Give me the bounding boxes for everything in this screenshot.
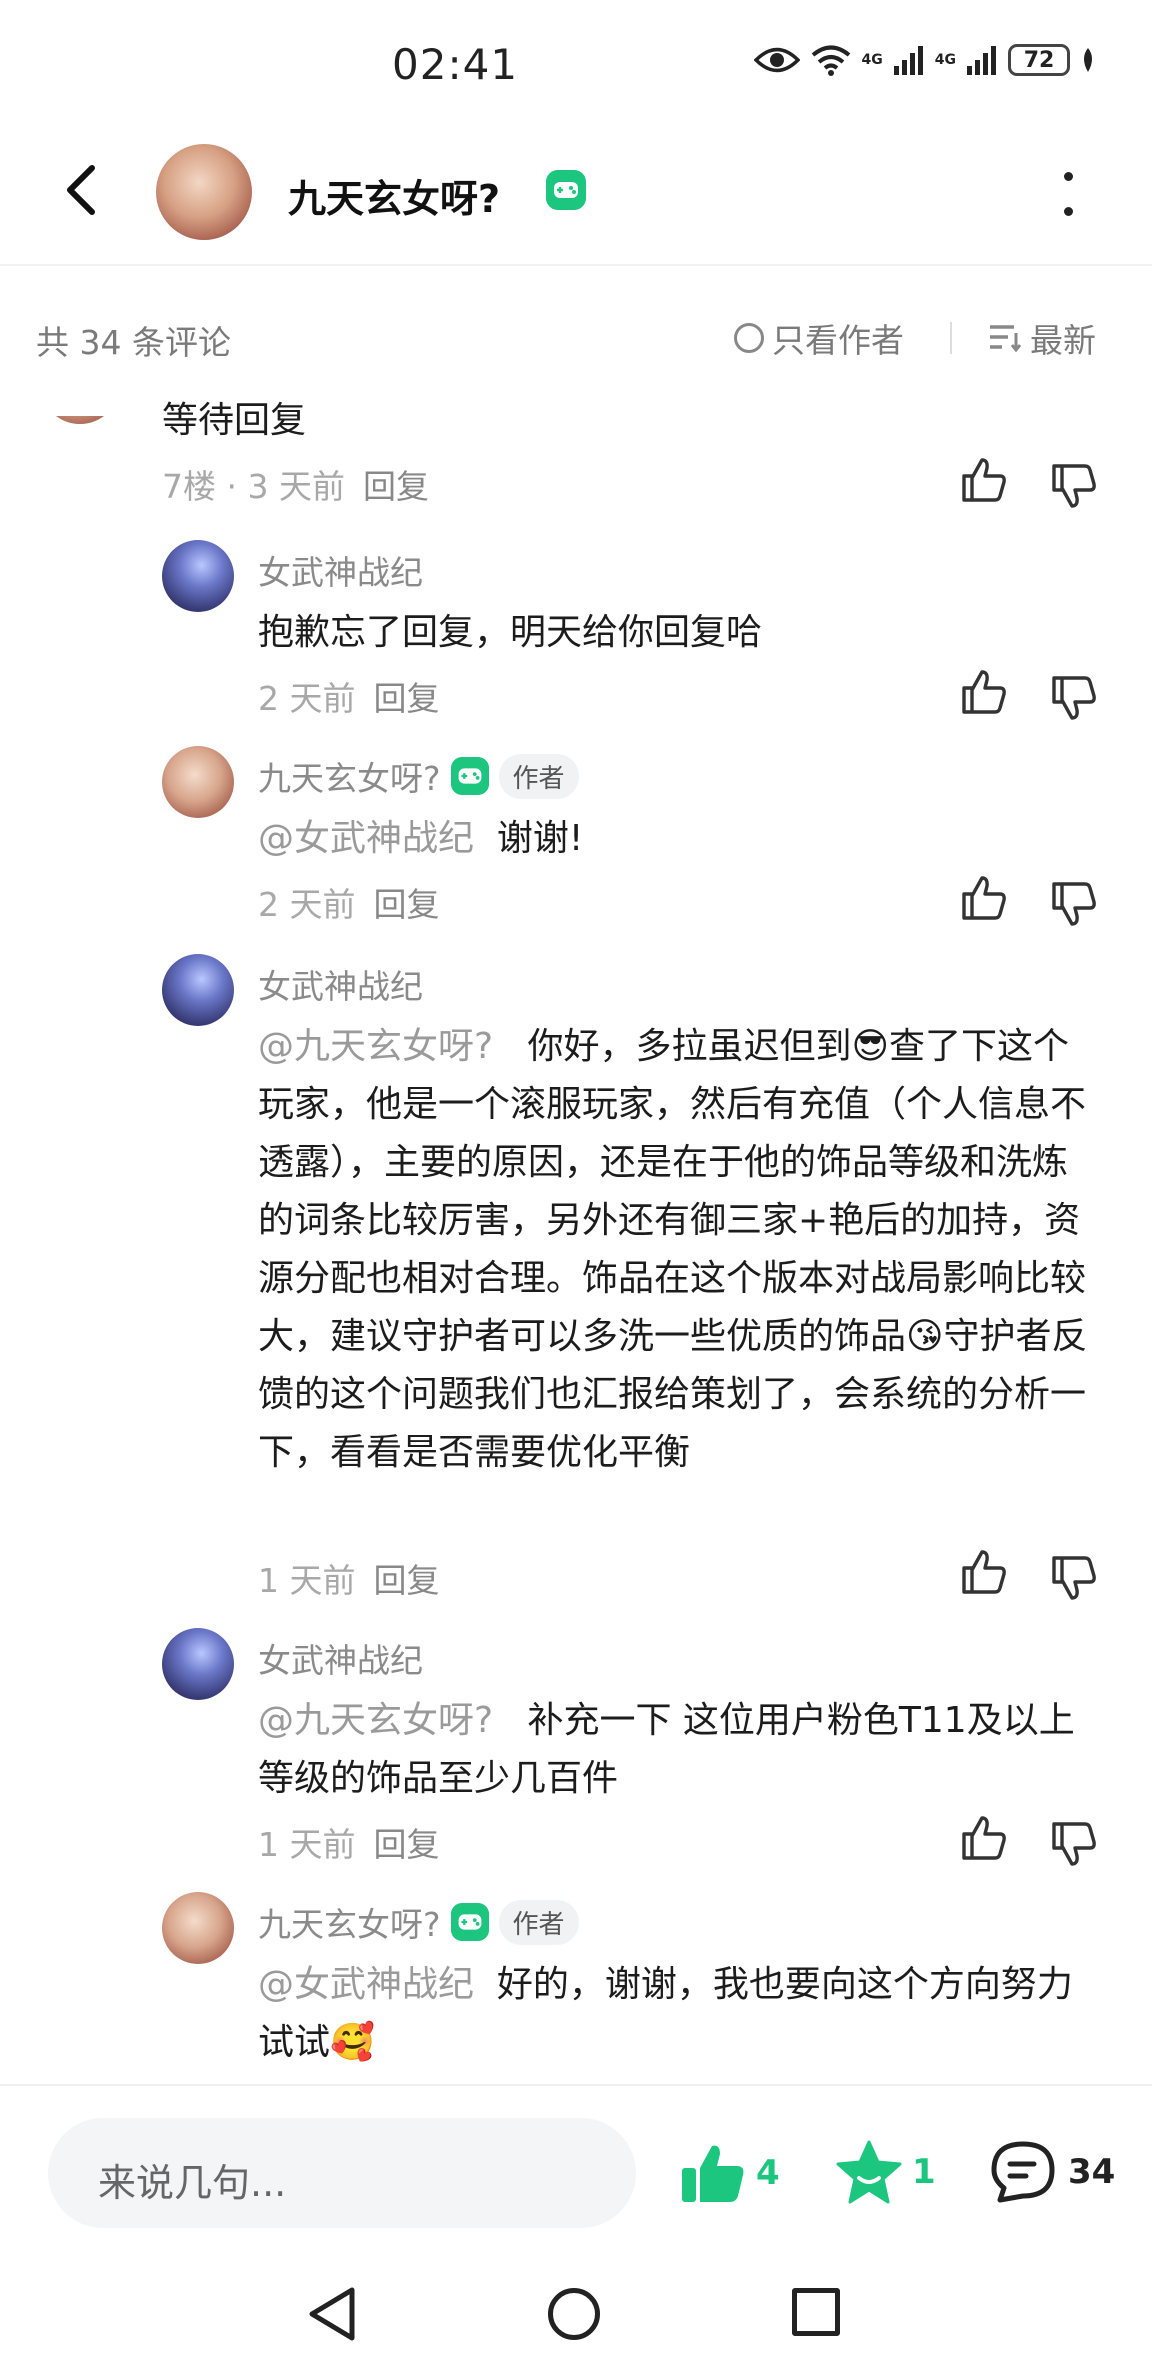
comment-author[interactable]: 九天玄女呀? xyxy=(258,1898,441,1946)
author-avatar[interactable] xyxy=(156,144,252,240)
reply-button[interactable]: 回复 xyxy=(374,885,440,924)
reply-button[interactable]: 回复 xyxy=(374,1825,440,1864)
avatar[interactable] xyxy=(162,540,234,612)
nav-recents-icon[interactable] xyxy=(792,2288,840,2336)
comment-time: 2 天前 xyxy=(258,679,356,718)
comment-time: 1 天前 xyxy=(258,1561,356,1600)
star-icon xyxy=(836,2140,902,2204)
comment-time: 1 天前 xyxy=(258,1825,356,1864)
eye-icon xyxy=(753,47,800,73)
network-type-1: 4G xyxy=(861,52,883,68)
mention-link[interactable]: @九天玄女呀? xyxy=(258,1026,493,1067)
gamepad-badge-icon xyxy=(450,757,489,795)
comment-meta: 2 天前 回复 xyxy=(258,672,440,720)
toolbar-separator xyxy=(950,322,952,354)
comment-author-row: 九天玄女呀? 作者 xyxy=(258,1898,579,1946)
reply-button[interactable]: 回复 xyxy=(363,467,429,506)
comment-count: 共 34 条评论 xyxy=(36,323,231,362)
comment-author-row: 九天玄女呀? 作者 xyxy=(258,752,579,800)
sort-list-icon xyxy=(990,325,1022,353)
comment-meta: 2 天前 回复 xyxy=(258,878,440,926)
more-icon[interactable] xyxy=(1058,172,1078,216)
comment-input-placeholder: 来说几句... xyxy=(98,2161,287,2205)
comment-meta: 1 天前 回复 xyxy=(258,1818,440,1866)
mention-link[interactable]: @九天玄女呀? xyxy=(258,1700,493,1741)
thumbs-down-icon[interactable] xyxy=(1050,1820,1098,1868)
thumbs-up-icon[interactable] xyxy=(960,668,1008,716)
wifi-icon xyxy=(811,45,850,76)
comment-body-block: @九天玄女呀? 你好，多拉虽迟但到😎查了下这个玩家，他是一个滚服玩家，然后有充值… xyxy=(258,1018,1102,1482)
avatar[interactable] xyxy=(162,1628,234,1700)
comment-body: 抱歉忘了回复，明天给你回复哈 xyxy=(258,612,763,653)
thumbs-up-icon[interactable] xyxy=(960,456,1008,504)
comment-action[interactable]: 34 xyxy=(988,2140,1115,2204)
reply-button[interactable]: 回复 xyxy=(374,1561,440,1600)
avatar[interactable] xyxy=(162,746,234,818)
comment-body: 等待回复 xyxy=(162,400,307,441)
sort-label: 最新 xyxy=(1030,321,1096,360)
back-icon[interactable] xyxy=(52,160,112,220)
comment-meta: 1 天前 回复 xyxy=(258,1554,440,1602)
author-tag: 作者 xyxy=(498,1899,579,1945)
thumbs-up-icon[interactable] xyxy=(960,1814,1008,1862)
comment-body-block: @九天玄女呀? 补充一下 这位用户粉色T11及以上等级的饰品至少几百件 xyxy=(258,1692,1102,1808)
battery-icon: 72 xyxy=(1008,44,1070,76)
status-icons: 4G 4G 72 xyxy=(753,44,1096,76)
status-time: 02:41 xyxy=(392,40,519,89)
thumbs-up-filled-icon xyxy=(682,2145,744,2202)
bottom-divider xyxy=(0,2084,1152,2086)
nav-back-icon[interactable] xyxy=(306,2286,360,2342)
avatar[interactable] xyxy=(162,1892,234,1964)
chat-bubble-icon xyxy=(991,2141,1055,2203)
gamepad-badge-icon xyxy=(450,1903,489,1941)
like-count: 4 xyxy=(756,2153,780,2193)
comment-total: 34 xyxy=(1068,2152,1116,2192)
comment-author[interactable]: 女武神战纪 xyxy=(258,546,423,594)
favorite-count: 1 xyxy=(912,2152,936,2192)
thumbs-up-icon[interactable] xyxy=(960,1548,1008,1596)
sort-toggle[interactable]: 最新 xyxy=(988,314,1096,362)
network-type-2: 4G xyxy=(934,52,956,68)
only-author-label: 只看作者 xyxy=(772,321,904,360)
comment-body: 你好，多拉虽迟但到😎查了下这个玩家，他是一个滚服玩家，然后有充值（个人信息不透露… xyxy=(258,1026,1088,1473)
leaf-icon xyxy=(1084,48,1092,72)
comment-time: 7楼 · 3 天前 xyxy=(162,467,345,506)
comment-body-block: @女武神战纪 好的，谢谢，我也要向这个方向努力试试🥰 xyxy=(258,1956,1102,2072)
page-title[interactable]: 九天玄女呀? xyxy=(288,168,500,223)
thumbs-down-icon[interactable] xyxy=(1050,1554,1098,1602)
mention-link[interactable]: @女武神战纪 xyxy=(258,1964,474,2005)
comment-body: 谢谢! xyxy=(496,818,584,859)
reply-button[interactable]: 回复 xyxy=(374,679,440,718)
thumbs-down-icon[interactable] xyxy=(1050,674,1098,722)
header-divider xyxy=(0,264,1152,266)
mention-link[interactable]: @女武神战纪 xyxy=(258,818,474,859)
comment-time: 2 天前 xyxy=(258,885,356,924)
comment-author[interactable]: 女武神战纪 xyxy=(258,1634,423,1682)
thumbs-up-icon[interactable] xyxy=(960,874,1008,922)
thumbs-down-icon[interactable] xyxy=(1050,880,1098,928)
comment-meta: 7楼 · 3 天前 回复 xyxy=(162,460,429,508)
signal-icon xyxy=(967,46,996,75)
comment-body-line: @女武神战纪 谢谢! xyxy=(258,810,583,868)
radio-circle-icon xyxy=(734,323,764,353)
author-tag: 作者 xyxy=(498,753,579,799)
favorite-action[interactable]: 1 xyxy=(836,2140,936,2204)
comment-author[interactable]: 九天玄女呀? xyxy=(258,752,441,800)
avatar[interactable] xyxy=(162,954,234,1026)
gamepad-badge-icon xyxy=(546,170,586,210)
thumbs-down-icon[interactable] xyxy=(1050,462,1098,510)
nav-home-icon[interactable] xyxy=(548,2288,600,2340)
signal-icon xyxy=(893,46,923,75)
only-author-toggle[interactable]: 只看作者 xyxy=(734,314,904,362)
like-action[interactable]: 4 xyxy=(680,2142,780,2204)
comment-author[interactable]: 女武神战纪 xyxy=(258,960,423,1008)
